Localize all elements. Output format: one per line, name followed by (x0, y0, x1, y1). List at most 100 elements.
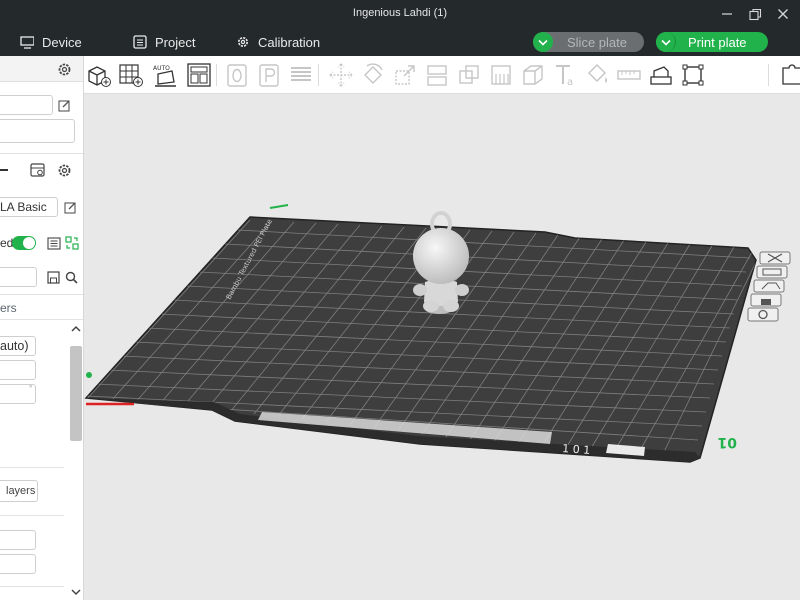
print-plate-button[interactable]: Print plate (656, 32, 768, 52)
filament-sync-icon[interactable] (29, 162, 45, 178)
scroll-up-icon[interactable] (68, 321, 83, 337)
calibration-tab-label: Calibration (258, 34, 321, 50)
scroll-down-icon[interactable] (68, 584, 83, 600)
scrollbar-thumb[interactable] (70, 346, 82, 441)
menu-bar: Device Project Calibration Slice plate P… (0, 28, 800, 56)
assembly-icon (650, 66, 672, 85)
fit-view-icon (682, 64, 704, 86)
collapse-icon[interactable] (0, 169, 8, 171)
device-tab[interactable]: Device (20, 33, 82, 51)
color-paint-button[interactable] (584, 62, 610, 88)
compare-icon[interactable] (64, 235, 80, 251)
monitor-icon (20, 35, 34, 49)
top-layers-input[interactable] (0, 554, 36, 574)
device-tab-label: Device (42, 34, 82, 50)
support-paint-button[interactable] (488, 62, 514, 88)
search-icon[interactable] (63, 269, 79, 285)
slice-plate-label: Slice plate (567, 34, 627, 50)
plate-index-label: 01 (718, 434, 737, 450)
divider (0, 515, 64, 516)
edit-icon[interactable] (56, 97, 72, 113)
auto-orient-icon: AUTO (153, 65, 176, 87)
slice-plate-button[interactable]: Slice plate (533, 32, 644, 52)
fit-view-button[interactable] (680, 62, 706, 88)
y-axis-indicator (269, 204, 289, 209)
auto-orient-button[interactable]: AUTO (152, 62, 178, 88)
build-plate-scene[interactable]: 1 0 1 Bambu Textured PEI Plate 01 (84, 94, 800, 600)
cube-outline-icon (523, 65, 543, 85)
split-parts-button[interactable] (256, 62, 282, 88)
lay-on-face-icon (427, 65, 447, 86)
measure-button[interactable] (616, 62, 642, 88)
close-icon (778, 9, 788, 19)
toolbar-divider (216, 64, 217, 86)
split-objects-icon (227, 64, 247, 87)
left-panel: LA Basic ed ers auto) ° layers (0, 56, 84, 600)
save-icon[interactable] (45, 269, 61, 285)
project-tab-label: Project (155, 34, 196, 50)
divider (0, 153, 83, 154)
printer-select[interactable] (0, 95, 53, 115)
process-search-input[interactable] (0, 267, 37, 287)
paint-bucket-icon (588, 64, 607, 83)
assembly-button[interactable] (648, 62, 674, 88)
scale-button[interactable] (392, 62, 418, 88)
arrange-plate-button[interactable] (756, 265, 788, 279)
move-button[interactable] (328, 62, 354, 88)
puzzle-icon (782, 64, 800, 85)
divider (0, 586, 64, 587)
cube-add-icon (88, 66, 111, 87)
move-arrows-icon (329, 63, 353, 87)
layers-view-button[interactable] (288, 62, 314, 88)
divider (0, 467, 64, 468)
chevron-down-icon[interactable] (533, 32, 553, 52)
text-tool-button[interactable]: a (552, 62, 578, 88)
print-plate-label: Print plate (688, 34, 747, 50)
rotate-icon (364, 63, 383, 84)
toolbar: AUTO a (84, 56, 800, 94)
support-paint-icon (491, 65, 511, 85)
rotate-button[interactable] (360, 62, 386, 88)
divider (0, 319, 83, 320)
project-tab[interactable]: Project (133, 33, 195, 51)
grid-add-icon (119, 64, 143, 87)
toolbar-divider (768, 64, 769, 86)
list-view-icon[interactable] (46, 235, 62, 251)
advanced-toggle[interactable] (12, 236, 36, 250)
restore-button[interactable] (744, 3, 766, 25)
plate-type-select[interactable] (0, 119, 75, 143)
edit-icon[interactable] (62, 199, 78, 215)
close-window-button[interactable] (772, 3, 794, 25)
wall-loops-input[interactable] (0, 530, 36, 550)
filament-settings-icon[interactable] (56, 162, 72, 178)
scale-icon (395, 65, 415, 85)
cut-icon (459, 65, 479, 84)
tab-layers-label[interactable]: ers (0, 301, 17, 315)
add-object-button[interactable] (86, 62, 112, 88)
seam-paint-button[interactable] (520, 62, 546, 88)
settings-gear-icon[interactable] (56, 61, 72, 77)
filament-name: LA Basic (0, 200, 47, 214)
more-tools-button[interactable] (778, 62, 800, 88)
chevron-down-icon[interactable] (656, 32, 676, 52)
arrange-button[interactable] (186, 62, 212, 88)
layers-stack-icon (291, 67, 311, 81)
calibration-tab[interactable]: Calibration (236, 33, 320, 51)
origin-marker (86, 372, 92, 378)
window-title: Ingenious Lahdi (1) (352, 7, 448, 19)
cut-button[interactable] (456, 62, 482, 88)
split-objects-button[interactable] (224, 62, 250, 88)
title-bar: Ingenious Lahdi (1) (0, 0, 800, 28)
line-width-input[interactable] (0, 360, 36, 380)
3d-viewport[interactable]: 1 0 1 Bambu Textured PEI Plate 01 (84, 94, 800, 600)
orient-plate-button[interactable] (753, 279, 785, 293)
minimize-button[interactable] (716, 3, 738, 25)
lay-on-face-button[interactable] (424, 62, 450, 88)
arrange-icon (187, 63, 211, 87)
add-plate-button[interactable] (118, 62, 144, 88)
unit-marker: ° (29, 384, 33, 393)
gear-icon (236, 35, 250, 49)
text-tool-icon: a (556, 65, 573, 88)
svg-text:a: a (567, 77, 573, 88)
ruler-icon (617, 70, 641, 80)
